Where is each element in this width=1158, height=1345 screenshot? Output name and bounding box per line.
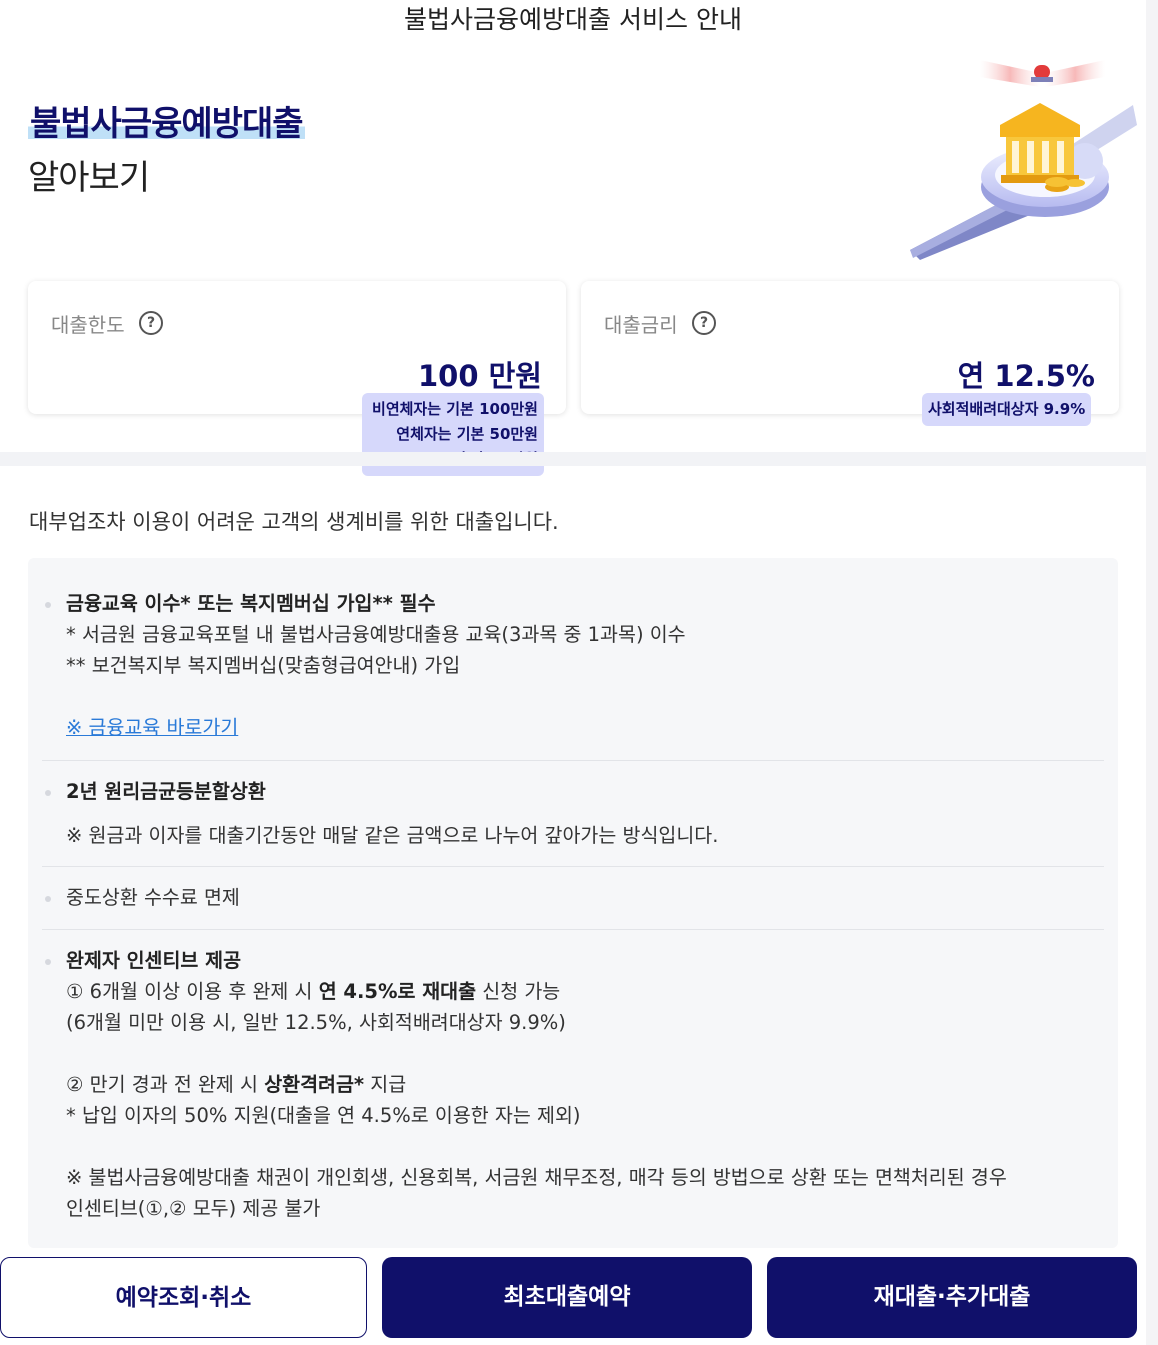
item-text-part: 지급 — [364, 1073, 407, 1096]
item-heading: 금융교육 이수* 또는 복지멤버십 가입** 필수 — [66, 592, 436, 615]
item-text: ** 보건복지부 복지멤버십(맞춤형급여안내) 가입 — [66, 654, 461, 677]
bullet-icon — [45, 959, 51, 965]
loan-limit-value: 100 만원 — [418, 359, 542, 393]
financial-education-link[interactable]: ※ 금융교육 바로가기 — [66, 716, 238, 739]
hero-subtitle: 알아보기 — [28, 158, 150, 198]
item-text: ② 만기 경과 전 완제 시 상환격려금* 지급 — [66, 1069, 1096, 1100]
item-text: (6개월 미만 이용 시, 일반 12.5%, 사회적배려대상자 9.9%) — [66, 1011, 566, 1034]
loan-rate-badge: 사회적배려대상자 9.9% — [922, 393, 1092, 426]
hero-title: 불법사금융예방대출 — [28, 96, 305, 145]
item-text: * 납입 이자의 50% 지원(대출을 연 4.5%로 이용한 자는 제외) — [66, 1104, 581, 1127]
separator — [42, 929, 1104, 930]
loan-rate-label: 대출금리 — [604, 313, 678, 337]
loan-limit-label: 대출한도 — [51, 313, 125, 337]
page-header-title: 불법사금융예방대출 서비스 안내 — [404, 5, 742, 34]
bullet-icon — [45, 790, 51, 796]
separator — [42, 760, 1104, 761]
badge-line: 사회적배려대상자 9.9% — [928, 400, 1086, 418]
help-icon[interactable]: ? — [139, 311, 163, 335]
badge-line: 비연체자는 기본 100만원 — [372, 400, 538, 418]
section-divider — [0, 452, 1146, 466]
item-text-bold: 상환격려금* — [264, 1073, 365, 1096]
item-note: ※ 원금과 이자를 대출기간동안 매달 같은 금액으로 나누어 갚아가는 방식입… — [66, 824, 719, 847]
help-icon[interactable]: ? — [692, 311, 716, 335]
bullet-icon — [45, 896, 51, 902]
item-text: ※ 불법사금융예방대출 채권이 개인회생, 신용회복, 서금원 채무조정, 매각… — [66, 1166, 1007, 1189]
item-heading: 2년 원리금균등분할상환 — [66, 780, 266, 803]
badge-line: 연체자는 기본 50만원 — [396, 425, 538, 443]
bank-illustration — [910, 60, 1137, 260]
scrollbar[interactable] — [1146, 0, 1158, 1345]
item-text-part: 신청 가능 — [476, 980, 561, 1003]
info-panel: 금융교육 이수* 또는 복지멤버십 가입** 필수 * 서금원 금융교육포털 내… — [28, 558, 1118, 1248]
intro-text: 대부업조차 이용이 어려운 고객의 생계비를 위한 대출입니다. — [29, 510, 559, 534]
page-header: 불법사금융예방대출 서비스 안내 — [0, 0, 1146, 52]
bullet-icon — [45, 602, 51, 608]
item-text: ① 6개월 이상 이용 후 완제 시 연 4.5%로 재대출 신청 가능 — [66, 976, 1096, 1007]
first-loan-reservation-button[interactable]: 최초대출예약 — [382, 1257, 752, 1338]
item-text-bold: 연 4.5%로 재대출 — [318, 980, 477, 1003]
item-text: 인센티브(①,② 모두) 제공 불가 — [66, 1197, 321, 1220]
item-text-part: ② 만기 경과 전 완제 시 — [66, 1073, 265, 1096]
separator — [42, 866, 1104, 867]
item-text: * 서금원 금융교육포털 내 불법사금융예방대출용 교육(3과목 중 1과목) … — [66, 623, 686, 646]
loan-rate-value: 연 12.5% — [957, 359, 1095, 393]
item-text: 중도상환 수수료 면제 — [66, 886, 240, 909]
item-text-part: ① 6개월 이상 이용 후 완제 시 — [66, 980, 319, 1003]
list-item-education: 금융교육 이수* 또는 복지멤버십 가입** 필수 * 서금원 금융교육포털 내… — [28, 588, 1104, 748]
reservation-inquiry-cancel-button[interactable]: 예약조회·취소 — [0, 1257, 367, 1338]
reloan-additional-loan-button[interactable]: 재대출·추가대출 — [767, 1257, 1137, 1338]
item-heading: 완제자 인센티브 제공 — [66, 949, 242, 972]
